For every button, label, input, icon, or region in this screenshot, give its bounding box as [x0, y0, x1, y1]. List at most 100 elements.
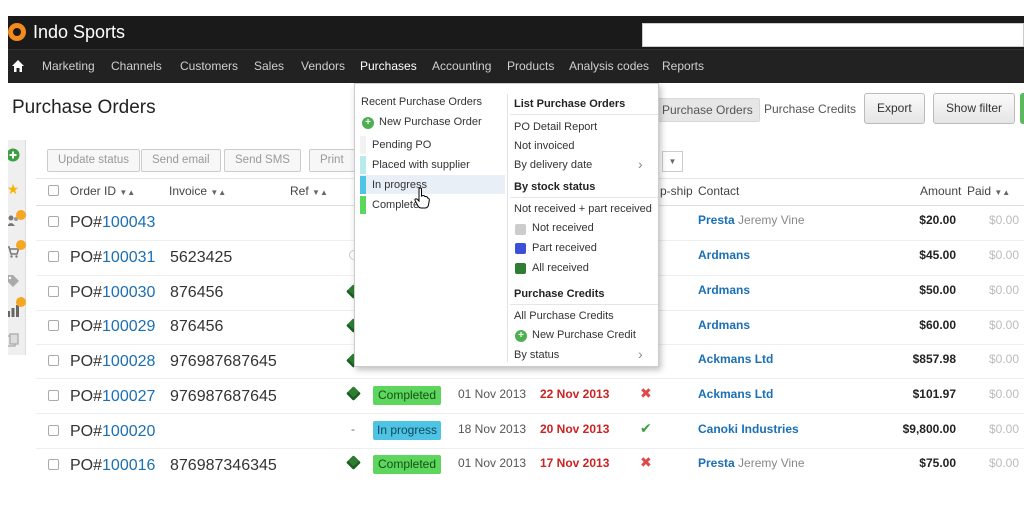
select-all-checkbox[interactable]: [48, 185, 59, 196]
nav-products[interactable]: Products: [507, 59, 554, 73]
nav-reports[interactable]: Reports: [662, 59, 704, 73]
contact-company-link[interactable]: Ackmans Ltd: [698, 387, 773, 401]
col-amount[interactable]: Amount: [920, 184, 961, 198]
contact-company-link[interactable]: Presta: [698, 456, 735, 470]
print-button[interactable]: Print: [309, 149, 355, 172]
contact[interactable]: Presta Jeremy Vine: [698, 456, 805, 470]
col-ref[interactable]: Ref ▼▲: [290, 184, 328, 198]
no-stock-dash: -: [351, 422, 355, 436]
order-id[interactable]: PO#100043: [70, 214, 155, 232]
order-id[interactable]: PO#100020: [70, 423, 155, 441]
menu-recent-purchase-orders[interactable]: Recent Purchase Orders: [361, 96, 482, 108]
delivery-date: 22 Nov 2013: [540, 387, 610, 401]
row-checkbox[interactable]: [48, 425, 59, 436]
menu-by-delivery-date[interactable]: By delivery date: [514, 159, 592, 171]
contact[interactable]: Ardmans: [698, 283, 750, 297]
row-checkbox[interactable]: [48, 320, 59, 331]
contact[interactable]: Ardmans: [698, 318, 750, 332]
send-sms-button[interactable]: Send SMS: [224, 149, 301, 172]
export-button[interactable]: Export: [864, 93, 925, 124]
menu-all-purchase-credits[interactable]: All Purchase Credits: [514, 310, 614, 322]
menu-placed-with-supplier[interactable]: Placed with supplier: [372, 159, 470, 171]
menu-purchase-credits[interactable]: Purchase Credits: [514, 288, 604, 300]
order-id[interactable]: PO#100027: [70, 388, 155, 406]
contact-person: Jeremy Vine: [738, 213, 805, 227]
contact-company-link[interactable]: Presta: [698, 213, 735, 227]
brand-logo-icon: [8, 23, 26, 41]
col-dropship[interactable]: p-ship: [660, 184, 693, 198]
send-email-button[interactable]: Send email: [141, 149, 221, 172]
home-icon[interactable]: [11, 59, 25, 73]
order-number-link[interactable]: 100028: [102, 353, 155, 370]
paid: $0.00: [989, 422, 1020, 436]
toolbar-select-chevron-down-icon[interactable]: ▼: [662, 151, 683, 172]
row-checkbox[interactable]: [48, 390, 59, 401]
global-search-input[interactable]: [642, 23, 1024, 47]
nav-purchases[interactable]: Purchases: [360, 59, 417, 73]
menu-pending-po[interactable]: Pending PO: [372, 139, 431, 151]
order-number-link[interactable]: 100029: [102, 318, 155, 335]
menu-list-purchase-orders[interactable]: List Purchase Orders: [514, 98, 625, 110]
col-order-id[interactable]: Order ID ▼▲: [70, 184, 135, 198]
order-number-link[interactable]: 100027: [102, 388, 155, 405]
status-badge[interactable]: In progress: [373, 421, 441, 440]
order-number-link[interactable]: 100031: [102, 249, 155, 266]
menu-new-purchase-order[interactable]: New Purchase Order: [379, 116, 482, 128]
order-prefix: PO#: [70, 318, 103, 335]
status-badge[interactable]: Completed: [373, 455, 441, 474]
menu-not-received-part-received[interactable]: Not received + part received: [514, 203, 652, 215]
nav-marketing[interactable]: Marketing: [42, 59, 95, 73]
nav-sales[interactable]: Sales: [254, 59, 284, 73]
col-contact[interactable]: Contact: [698, 184, 739, 198]
order-id[interactable]: PO#100031: [70, 249, 155, 267]
col-invoice[interactable]: Invoice ▼▲: [169, 184, 226, 198]
menu-part-received[interactable]: Part received: [532, 242, 597, 254]
col-paid[interactable]: Paid ▼▲: [967, 184, 1010, 198]
contact[interactable]: Ackmans Ltd: [698, 387, 773, 401]
contact-company-link[interactable]: Ackmans Ltd: [698, 352, 773, 366]
contact[interactable]: Canoki Industries: [698, 422, 799, 436]
cart-badge: [16, 240, 26, 250]
menu-not-invoiced[interactable]: Not invoiced: [514, 140, 575, 152]
order-number-link[interactable]: 100043: [102, 214, 155, 231]
nav-vendors[interactable]: Vendors: [301, 59, 345, 73]
menu-po-detail-report[interactable]: PO Detail Report: [514, 121, 597, 133]
menu-new-purchase-credit[interactable]: New Purchase Credit: [532, 329, 636, 341]
nav-customers[interactable]: Customers: [180, 59, 238, 73]
menu-by-status[interactable]: By status: [514, 349, 559, 361]
order-number-link[interactable]: 100020: [102, 423, 155, 440]
sort-icon: ▼▲: [312, 188, 328, 197]
contact-company-link[interactable]: Canoki Industries: [698, 422, 799, 436]
update-status-button[interactable]: Update status: [47, 149, 140, 172]
contact-company-link[interactable]: Ardmans: [698, 248, 750, 262]
order-number-link[interactable]: 100016: [102, 457, 155, 474]
menu-all-received[interactable]: All received: [532, 262, 589, 274]
contact[interactable]: Ackmans Ltd: [698, 352, 773, 366]
order-id[interactable]: PO#100016: [70, 457, 155, 475]
contact[interactable]: Ardmans: [698, 248, 750, 262]
menu-not-received[interactable]: Not received: [532, 222, 594, 234]
add-button[interactable]: [1020, 93, 1024, 124]
status-badge[interactable]: Completed: [373, 386, 441, 405]
contact[interactable]: Presta Jeremy Vine: [698, 213, 805, 227]
row-checkbox[interactable]: [48, 355, 59, 366]
menu-by-stock-status[interactable]: By stock status: [514, 181, 595, 193]
row-checkbox[interactable]: [48, 251, 59, 262]
order-number-link[interactable]: 100030: [102, 284, 155, 301]
order-id[interactable]: PO#100028: [70, 353, 155, 371]
show-filter-button[interactable]: Show filter: [933, 93, 1016, 124]
nav-accounting[interactable]: Accounting: [432, 59, 491, 73]
contact-company-link[interactable]: Ardmans: [698, 283, 750, 297]
contact-company-link[interactable]: Ardmans: [698, 318, 750, 332]
row-checkbox[interactable]: [48, 286, 59, 297]
tab-purchase-credits[interactable]: Purchase Credits: [758, 98, 862, 122]
nav-channels[interactable]: Channels: [111, 59, 162, 73]
row-checkbox[interactable]: [48, 459, 59, 470]
nav-analysis-codes[interactable]: Analysis codes: [569, 59, 649, 73]
amount: $20.00: [919, 213, 956, 227]
order-id[interactable]: PO#100030: [70, 284, 155, 302]
order-id[interactable]: PO#100029: [70, 318, 155, 336]
status-color-bar: [360, 136, 366, 154]
tab-purchase-orders[interactable]: Purchase Orders: [655, 98, 760, 122]
row-checkbox[interactable]: [48, 216, 59, 227]
